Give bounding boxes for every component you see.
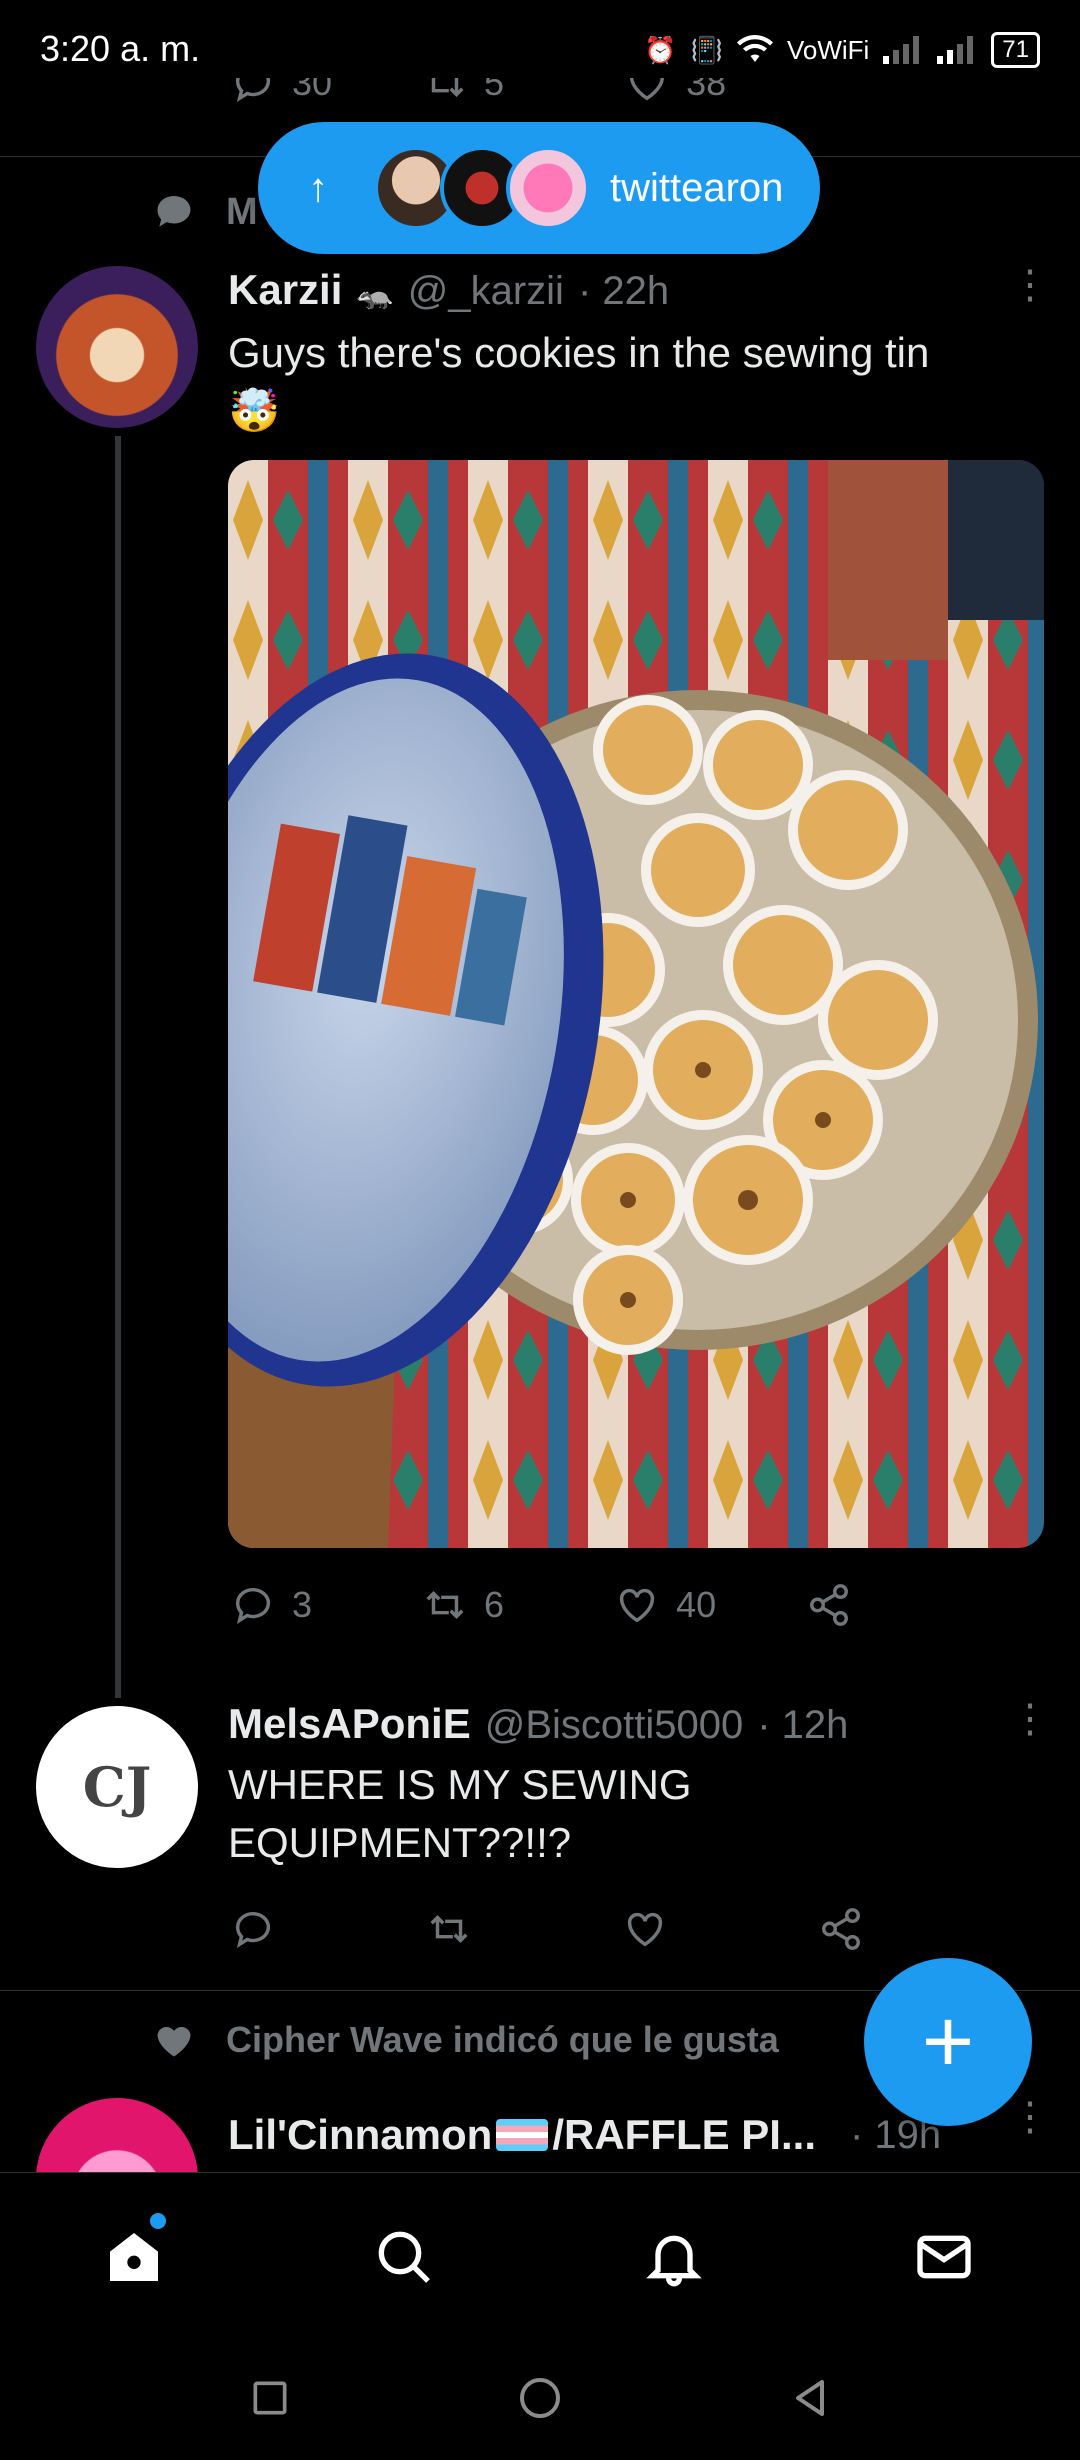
like-button[interactable]	[622, 1906, 668, 1952]
like-count: 40	[676, 1584, 717, 1625]
prev-reply-count: 30	[292, 78, 333, 103]
retweet-button[interactable]	[426, 1906, 472, 1952]
tweet-text-body: Guys there's cookies in the sewing tin	[228, 329, 930, 376]
tweet-emoji: 🤯	[228, 387, 281, 434]
battery-indicator: 71	[991, 32, 1040, 68]
retweet-count: 6	[484, 1584, 505, 1625]
more-options-icon[interactable]: ⋮	[1010, 1696, 1050, 1742]
reply-icon	[235, 1588, 271, 1625]
avatar[interactable]	[36, 2098, 198, 2172]
heart-icon	[627, 1912, 663, 1947]
prev-social-text: M	[226, 190, 258, 233]
prev-social-context: M	[152, 190, 258, 234]
plus-icon: +	[921, 1991, 975, 2092]
more-options-icon[interactable]: ⋮	[1010, 262, 1050, 308]
android-nav-bar	[0, 2340, 1080, 2460]
pill-label: twittearon	[610, 165, 784, 210]
heart-filled-icon	[157, 2026, 191, 2057]
thread-line	[115, 436, 121, 1698]
tweet-text: Guys there's cookies in the sewing tin 🤯	[228, 324, 1028, 440]
heart-icon	[630, 78, 665, 101]
signal-icon-2	[937, 36, 974, 64]
prev-reply-button[interactable]: 30	[230, 78, 332, 106]
wifi-icon	[736, 35, 773, 62]
share-button[interactable]	[818, 1906, 864, 1952]
alarm-icon: ⏰	[644, 34, 677, 65]
prev-retweet-count: 5	[484, 78, 505, 103]
tweet-author-name[interactable]: Lil'Cinnamon	[228, 2111, 492, 2159]
share-icon	[822, 1908, 860, 1950]
reply-bubble-icon	[157, 196, 191, 227]
tweet-author-handle[interactable]: @_karzii	[408, 269, 564, 314]
bottom-nav	[0, 2172, 1080, 2341]
tweet-author-name[interactable]: MelsAPoniE	[228, 1700, 471, 1748]
retweet-icon	[430, 1915, 468, 1943]
new-tweets-pill[interactable]: ↑ twittearon	[258, 122, 820, 254]
tweet-author-name-suffix: /RAFFLE PI...	[552, 2111, 816, 2158]
tweet-image[interactable]	[228, 460, 1044, 1548]
tweet-time: · 12h	[757, 1703, 849, 1747]
recents-icon[interactable]	[248, 2376, 292, 2420]
tweet-actions	[230, 1906, 930, 1952]
signal-icon	[883, 36, 920, 64]
avatar-clip	[36, 2098, 198, 2172]
prev-like-button[interactable]: 38	[624, 78, 726, 106]
share-icon	[810, 1584, 849, 1626]
retweet-icon	[426, 1591, 464, 1619]
prev-retweet-button[interactable]: 5	[422, 78, 504, 106]
like-button[interactable]: 40	[614, 1582, 716, 1628]
avatar[interactable]: CJ	[36, 1706, 198, 1868]
reply-count: 3	[292, 1584, 313, 1625]
share-button[interactable]	[806, 1582, 852, 1628]
tweet-actions: 3 6 40	[230, 1582, 930, 1628]
prev-like-count: 38	[686, 78, 727, 103]
cookie-tin-photo	[228, 460, 1044, 1548]
mail-icon[interactable]	[912, 2225, 976, 2289]
network-label: VoWiFi	[786, 34, 870, 65]
tweet-text: WHERE IS MY SEWING EQUIPMENT??!!?	[228, 1761, 692, 1866]
avatar	[506, 146, 590, 230]
tweet-author-handle[interactable]: @Biscotti5000	[485, 1703, 744, 1748]
retweet-icon	[428, 78, 464, 97]
search-icon[interactable]	[372, 2225, 436, 2289]
tweet-header: Karzii 🦡 @_karzii · 22h	[228, 266, 669, 314]
vibrate-icon: 📳	[690, 34, 723, 65]
home-icon[interactable]	[102, 2225, 166, 2289]
avatar[interactable]	[36, 266, 198, 428]
home-badge	[150, 2213, 166, 2229]
social-context-text: Cipher Wave indicó que le gusta	[226, 2019, 779, 2060]
status-icons: ⏰ 📳 VoWiFi 71	[644, 30, 1040, 70]
prev-tweet-actions: 30 5 38	[230, 78, 930, 118]
tweet-header: MelsAPoniE @Biscotti5000 · 12h	[228, 1700, 848, 1748]
social-context: Cipher Wave indicó que le gusta	[152, 2018, 779, 2062]
badger-icon: 🦡	[356, 278, 394, 311]
home-circle-icon[interactable]	[516, 2374, 564, 2422]
tweet-author-name[interactable]: Karzii	[228, 266, 342, 314]
retweet-button[interactable]: 6	[422, 1582, 504, 1628]
back-icon[interactable]	[786, 2374, 834, 2422]
compose-tweet-button[interactable]: +	[864, 1958, 1032, 2126]
tweet-time: · 22h	[577, 269, 670, 313]
heart-icon	[620, 1588, 655, 1623]
bell-icon[interactable]	[642, 2225, 706, 2289]
more-options-icon[interactable]: ⋮	[1010, 2094, 1050, 2140]
trans-flag-icon	[496, 2119, 549, 2151]
reply-button[interactable]: 3	[230, 1582, 312, 1628]
arrow-up-icon: ↑	[308, 165, 328, 210]
status-time: 3:20 a. m.	[40, 28, 201, 69]
reply-icon	[235, 1912, 271, 1949]
reply-button[interactable]	[230, 1906, 276, 1952]
reply-icon	[235, 78, 271, 103]
